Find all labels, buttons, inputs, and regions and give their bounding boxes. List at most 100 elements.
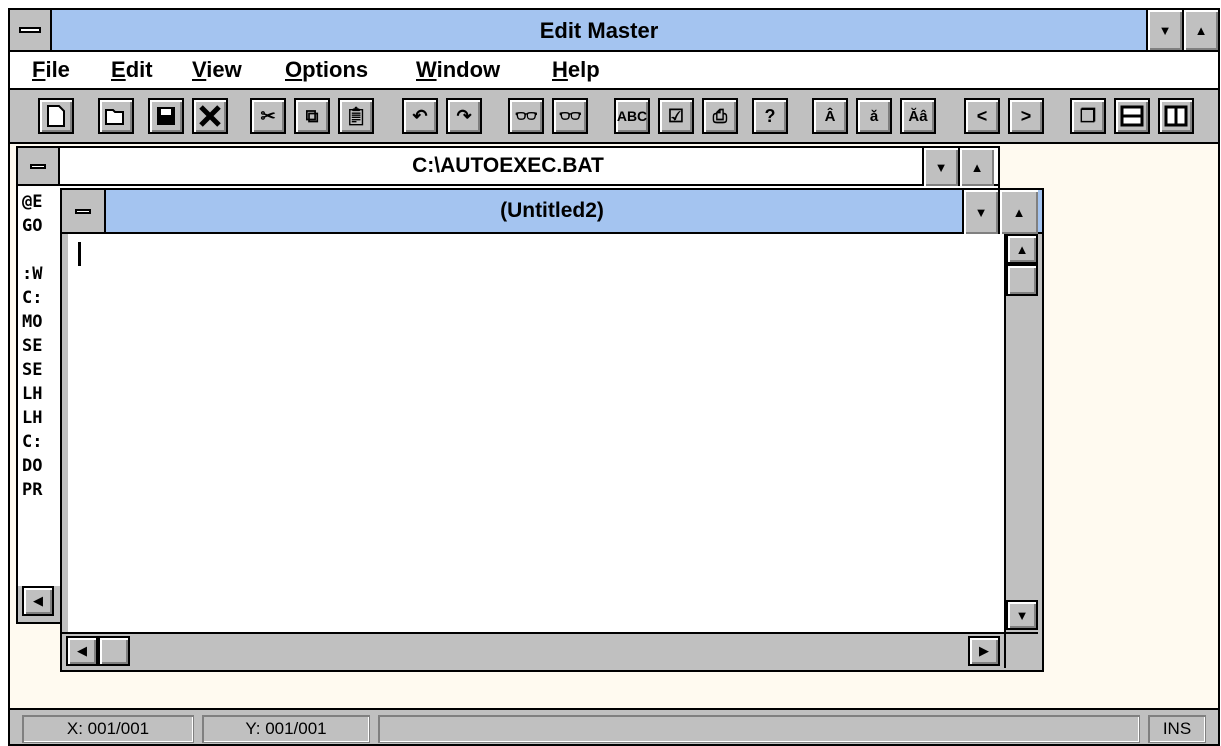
find-icon: 👓︎ — [514, 105, 538, 126]
system-menu-icon — [19, 27, 41, 33]
copy-button[interactable]: ⧉ — [294, 98, 330, 134]
uppercase-button[interactable]: Â — [812, 98, 848, 134]
open-icon — [105, 109, 124, 125]
maximize-button[interactable]: ▲ — [1182, 10, 1218, 50]
minimize-icon: ▼ — [974, 204, 988, 220]
print-icon: ⎙ — [712, 105, 728, 126]
paste-button[interactable]: 📋︎ — [338, 98, 374, 134]
copy-icon: ⧉ — [305, 105, 319, 126]
prev-button[interactable]: < — [964, 98, 1000, 134]
horizontal-scroll-thumb[interactable] — [98, 636, 130, 666]
scroll-up-button[interactable]: ▲ — [1006, 234, 1038, 264]
status-insert-mode: INS — [1148, 715, 1206, 743]
app-titlebar[interactable]: Edit Master ▼ ▲ — [10, 10, 1218, 52]
code-line: C: — [22, 432, 43, 452]
menu-edit[interactable]: Edit — [111, 57, 153, 83]
undo-icon: ↶ — [412, 105, 428, 126]
scroll-right-button[interactable]: ▶ — [968, 636, 1000, 666]
untitled2-titlebar[interactable]: (Untitled2) — [62, 190, 1042, 234]
redo-icon: ↷ — [456, 105, 472, 126]
untitled2-vertical-scrollbar[interactable]: ▲ ▼ — [1004, 234, 1038, 632]
maximize-icon: ▲ — [1194, 22, 1208, 38]
toggle-case-button[interactable]: Ăâ — [900, 98, 936, 134]
minimize-icon: ▼ — [1158, 22, 1172, 38]
lowercase-icon: ǎ — [869, 107, 879, 125]
prev-icon: < — [976, 105, 988, 126]
menu-options[interactable]: Options — [285, 57, 368, 83]
scroll-left-button[interactable]: ◀ — [66, 636, 98, 666]
help-button[interactable]: ? — [752, 98, 788, 134]
next-button[interactable]: > — [1008, 98, 1044, 134]
autoexec-title: C:\AUTOEXEC.BAT — [412, 154, 604, 177]
code-line: DO — [22, 456, 43, 476]
print-button[interactable]: ⎙ — [702, 98, 738, 134]
system-menu-icon — [75, 208, 91, 214]
code-line: SE — [22, 336, 43, 356]
code-line: LH — [22, 408, 43, 428]
tile-horizontal-button[interactable] — [1114, 98, 1150, 134]
new-button[interactable] — [38, 98, 74, 134]
redo-button[interactable]: ↷ — [446, 98, 482, 134]
paste-icon: 📋︎ — [344, 105, 368, 126]
code-line: LH — [22, 384, 43, 404]
toolbar: ✂ ⧉ 📋︎ ↶ ↷ 👓︎ 👓︎ ABC ☑ ⎙ ? Â ǎ Ăâ < > ❐ — [10, 90, 1218, 144]
properties-button[interactable]: ☑ — [658, 98, 694, 134]
code-line: C: — [22, 288, 43, 308]
open-button[interactable] — [98, 98, 134, 134]
status-x-position: X: 001/001 — [22, 715, 194, 743]
system-menu-button[interactable] — [10, 10, 52, 50]
cut-icon: ✂ — [260, 105, 276, 126]
menu-window[interactable]: Window — [416, 57, 500, 83]
minimize-button[interactable]: ▼ — [1146, 10, 1182, 50]
menu-view[interactable]: View — [192, 57, 242, 83]
save-button[interactable] — [148, 98, 184, 134]
autoexec-system-menu[interactable] — [18, 148, 60, 186]
code-line: GO — [22, 216, 43, 236]
help-icon: ? — [764, 105, 776, 126]
maximize-icon: ▲ — [970, 159, 984, 175]
close-icon — [199, 105, 221, 127]
menu-help[interactable]: Help — [552, 57, 600, 83]
untitled2-system-menu[interactable] — [62, 190, 106, 234]
tile-vertical-icon — [1164, 105, 1188, 127]
arrow-down-icon: ▼ — [1015, 607, 1029, 623]
save-icon — [157, 107, 175, 125]
cascade-button[interactable]: ❐ — [1070, 98, 1106, 134]
arrow-right-icon: ▶ — [979, 643, 989, 658]
untitled2-text-area[interactable] — [68, 234, 1004, 632]
spellcheck-icon: ABC — [616, 108, 648, 124]
maximize-icon: ▲ — [1012, 204, 1026, 220]
minimize-icon: ▼ — [934, 159, 948, 175]
autoexec-minimize-button[interactable]: ▼ — [922, 148, 958, 186]
arrow-left-icon: ◀ — [77, 643, 87, 658]
size-grip — [1004, 632, 1038, 668]
spellcheck-button[interactable]: ABC — [614, 98, 650, 134]
status-y-position: Y: 001/001 — [202, 715, 370, 743]
app-title: Edit Master — [539, 18, 659, 43]
autoexec-titlebar[interactable]: C:\AUTOEXEC.BAT — [18, 148, 998, 186]
code-line: SE — [22, 360, 43, 380]
vertical-scroll-thumb[interactable] — [1006, 264, 1038, 296]
untitled2-window[interactable]: (Untitled2) ▼ ▲ ▲ ▼ ◀ ▶ — [60, 188, 1044, 672]
untitled2-minimize-button[interactable]: ▼ — [962, 190, 998, 234]
untitled2-title: (Untitled2) — [500, 199, 604, 222]
find-next-button[interactable]: 👓︎ — [552, 98, 588, 134]
lowercase-button[interactable]: ǎ — [856, 98, 892, 134]
scroll-down-button[interactable]: ▼ — [1006, 600, 1038, 630]
tile-vertical-button[interactable] — [1158, 98, 1194, 134]
close-file-button[interactable] — [192, 98, 228, 134]
autoexec-maximize-button[interactable]: ▲ — [958, 148, 994, 186]
untitled2-horizontal-scrollbar[interactable]: ◀ ▶ — [62, 632, 1004, 668]
tile-horizontal-icon — [1120, 105, 1144, 127]
menu-file[interactable]: File — [32, 57, 70, 83]
code-line: :W — [22, 264, 43, 284]
status-message — [378, 715, 1140, 743]
autoexec-scroll-left[interactable]: ◀ — [22, 586, 54, 616]
untitled2-maximize-button[interactable]: ▲ — [998, 190, 1038, 234]
code-line: @E — [22, 192, 43, 212]
find-button[interactable]: 👓︎ — [508, 98, 544, 134]
undo-button[interactable]: ↶ — [402, 98, 438, 134]
cut-button[interactable]: ✂ — [250, 98, 286, 134]
properties-icon: ☑ — [667, 105, 685, 126]
code-line: PR — [22, 480, 43, 500]
